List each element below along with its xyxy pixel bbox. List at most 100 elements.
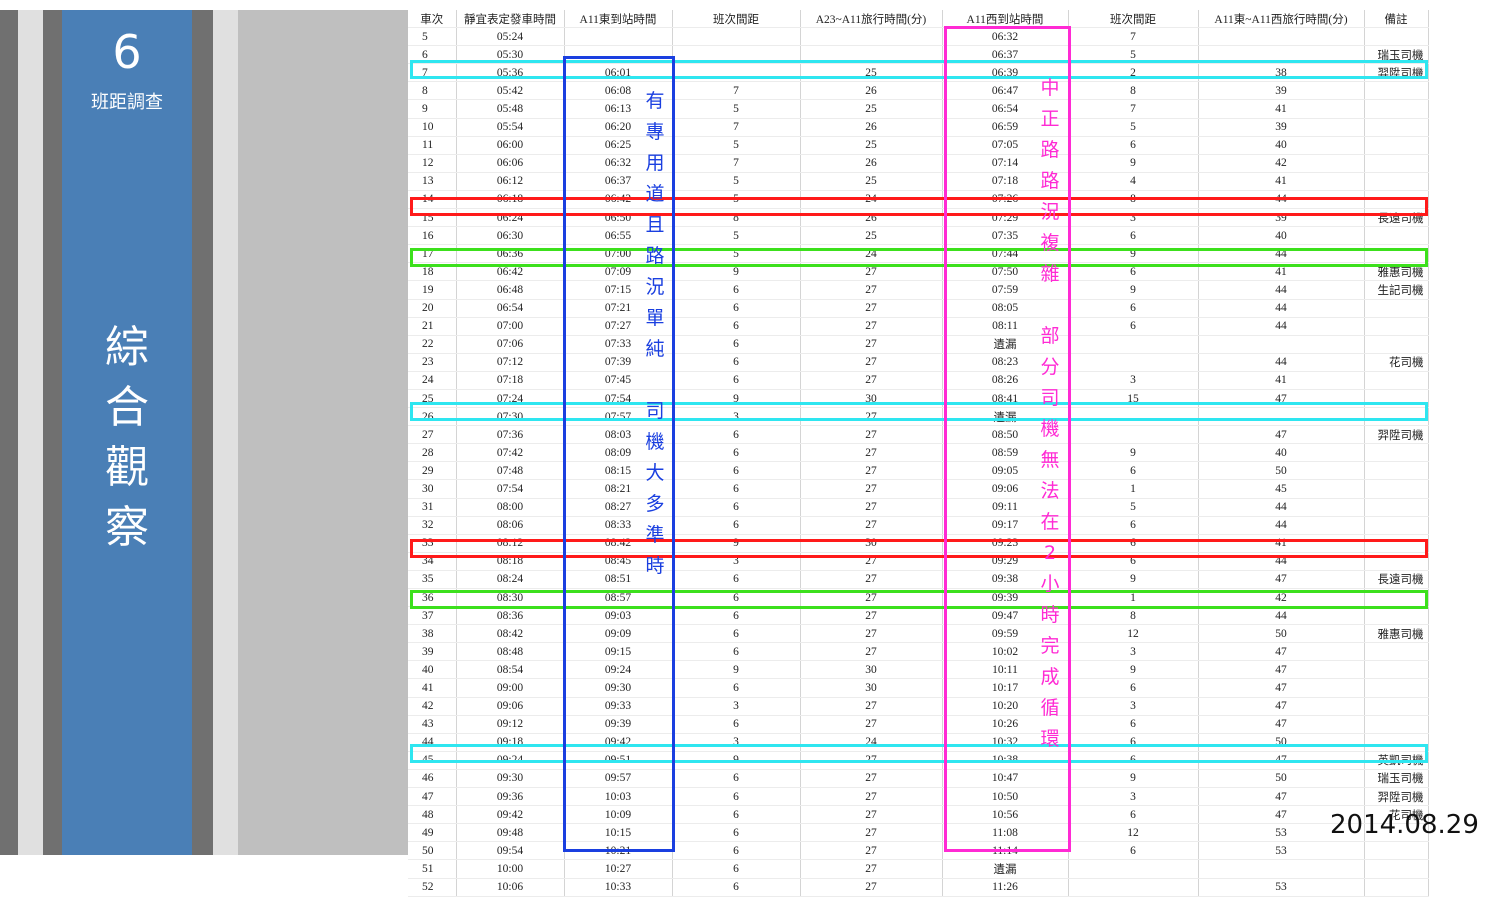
table-row: 38 08:42 09:09 6 27 09:59 12 50 雅惠司機 <box>408 624 1429 644</box>
table-row: 5 05:24 06:32 7 <box>408 27 1429 47</box>
table-cell: 3 <box>672 552 801 571</box>
table-cell: 25 <box>800 172 943 191</box>
table-cell: 50 <box>1198 624 1365 644</box>
table-cell: 3 <box>672 733 801 752</box>
table-cell: 6 <box>672 859 801 879</box>
table-cell: 10:56 <box>942 805 1069 825</box>
table-cell: 27 <box>800 606 943 626</box>
table-cell: 09:24 <box>564 660 673 680</box>
table-cell: 05:48 <box>456 99 565 119</box>
table-cell: 08:48 <box>456 642 565 662</box>
table-cell: 6 <box>672 588 801 608</box>
table-cell <box>1364 389 1429 409</box>
table-row: 15 06:24 06:50 8 26 07:29 3 39 長遠司機 <box>408 208 1429 228</box>
table-cell: 6 <box>672 606 801 626</box>
table-cell: 6 <box>672 299 801 318</box>
note-char: 機 <box>645 431 665 453</box>
note-char: 司 <box>1040 387 1060 409</box>
table-cell <box>1364 299 1429 318</box>
table-cell: 27 <box>800 823 943 843</box>
note-char: 有 <box>645 90 665 112</box>
table-cell: 生記司機 <box>1364 280 1429 300</box>
table-cell: 06:18 <box>456 190 565 210</box>
table-cell: 27 <box>800 697 943 716</box>
table-cell: 39 <box>1198 81 1365 101</box>
table-row: 30 07:54 08:21 6 27 09:06 1 45 <box>408 479 1429 499</box>
table-cell <box>672 63 801 83</box>
table-cell: 3 <box>1068 208 1199 228</box>
table-row: 23 07:12 07:39 6 27 08:23 44 花司機 <box>408 353 1429 372</box>
table-cell: 38 <box>1198 63 1365 83</box>
frame-strip-light-2 <box>213 0 238 865</box>
table-cell: 24 <box>408 371 457 390</box>
table-cell: 27 <box>800 317 943 336</box>
table-cell: 08:12 <box>456 534 565 553</box>
table-cell: 08:06 <box>456 516 565 535</box>
table-cell: 27 <box>800 787 943 807</box>
table-cell: 5 <box>672 190 801 210</box>
table-row: 24 07:18 07:45 6 27 08:26 3 41 <box>408 371 1429 390</box>
table-cell: 9 <box>672 389 801 409</box>
table-cell: 27 <box>800 552 943 571</box>
table-cell: 07:30 <box>456 407 565 427</box>
table-cell: 53 <box>1198 878 1365 897</box>
table-cell <box>672 45 801 65</box>
table-cell: 6 <box>1068 678 1199 698</box>
table-cell <box>1364 642 1429 662</box>
table-cell: 24 <box>800 244 943 264</box>
table-cell: 41 <box>1198 534 1365 553</box>
table-cell: 6 <box>1068 733 1199 752</box>
table-cell: 9 <box>1068 443 1199 463</box>
table-cell: 6 <box>672 805 801 825</box>
column-header: 車次 <box>408 10 457 29</box>
frame-strip-gray-2 <box>43 0 62 865</box>
table-cell: 44 <box>1198 552 1365 571</box>
table-cell: 6 <box>1068 841 1199 861</box>
table-body: 5 05:24 06:32 7 6 05:30 06:37 5 瑞玉司機 7 05:36 06:01 2… <box>408 27 1429 897</box>
table-cell: 48 <box>408 805 457 825</box>
note-char: 單 <box>645 307 665 329</box>
table-row: 20 06:54 07:21 6 27 08:05 6 44 <box>408 299 1429 318</box>
table-cell: 羿陞司機 <box>1364 425 1429 445</box>
table-row: 22 07:06 07:33 6 27 遺漏 <box>408 335 1429 354</box>
table-cell: 雅惠司機 <box>1364 624 1429 644</box>
note-char: 機 <box>1040 418 1060 440</box>
table-cell: 27 <box>800 479 943 499</box>
table-cell: 7 <box>672 118 801 137</box>
table-cell <box>1364 606 1429 626</box>
note-char: 況 <box>1040 201 1060 223</box>
table-row: 7 05:36 06:01 25 06:39 2 38 羿陞司機 <box>408 63 1429 83</box>
table-cell: 6 <box>672 371 801 390</box>
table-cell: 27 <box>800 859 943 879</box>
table-cell: 27 <box>800 280 943 300</box>
table-row: 27 07:36 08:03 6 27 08:50 47 羿陞司機 <box>408 425 1429 445</box>
table-cell: 10:50 <box>942 787 1069 807</box>
table-cell: 6 <box>1068 534 1199 553</box>
table-cell: 6 <box>672 317 801 336</box>
table-cell: 長遠司機 <box>1364 570 1429 590</box>
table-cell: 5 <box>408 27 457 47</box>
table-cell: 44 <box>1198 299 1365 318</box>
table-cell: 5 <box>672 172 801 191</box>
table-cell <box>564 27 673 47</box>
table-cell: 28 <box>408 443 457 463</box>
table-cell: 25 <box>800 136 943 155</box>
table-cell: 25 <box>800 226 943 246</box>
table-cell: 6 <box>672 461 801 481</box>
table-cell: 07:06 <box>456 335 565 354</box>
table-cell: 47 <box>1198 425 1365 445</box>
table-cell <box>1364 715 1429 734</box>
table-cell: 10:03 <box>564 787 673 807</box>
table-cell: 1 <box>1068 588 1199 608</box>
table-row: 28 07:42 08:09 6 27 08:59 9 40 <box>408 443 1429 463</box>
table-cell: 12 <box>1068 624 1199 644</box>
table-cell: 5 <box>1068 118 1199 137</box>
note-char: 多 <box>645 493 665 515</box>
table-cell <box>1364 552 1429 571</box>
table-cell: 08:36 <box>456 606 565 626</box>
note-char: 時 <box>645 555 665 577</box>
table-cell <box>800 45 943 65</box>
table-cell: 44 <box>1198 606 1365 626</box>
table-cell <box>1364 27 1429 47</box>
table-cell: 33 <box>408 534 457 553</box>
